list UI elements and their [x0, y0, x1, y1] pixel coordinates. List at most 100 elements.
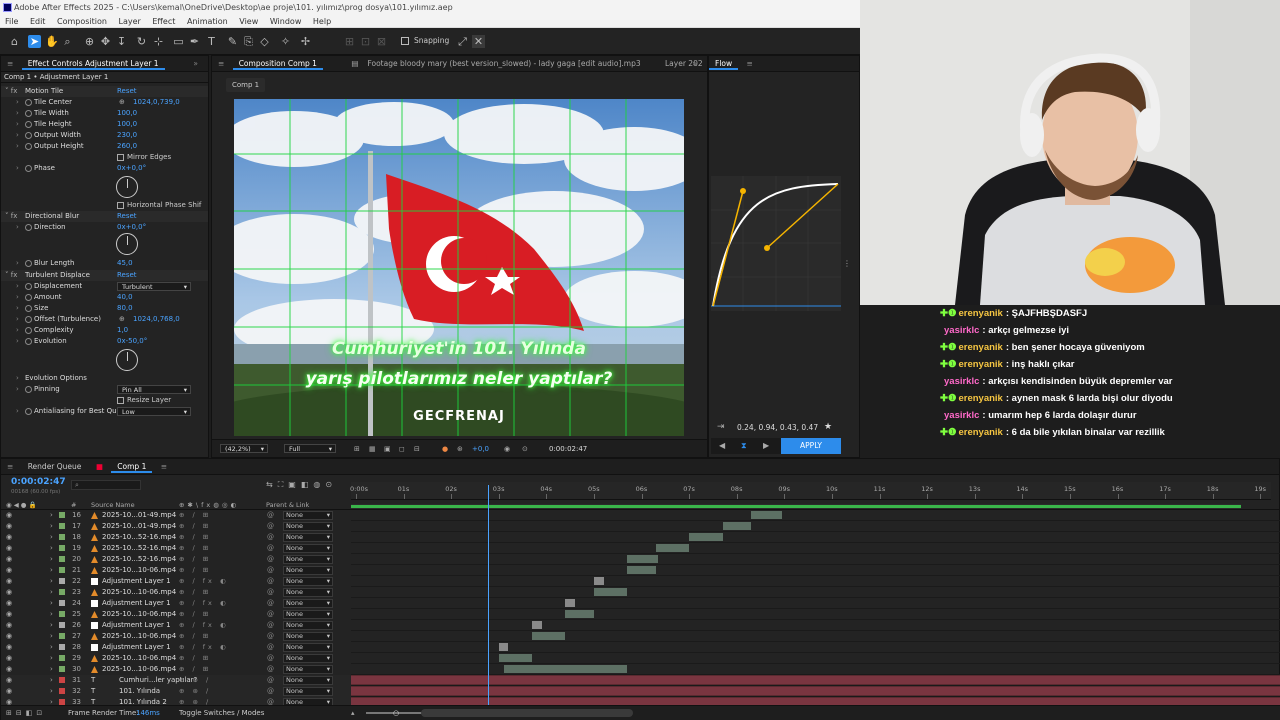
layer-expand-icon[interactable]: ›	[50, 543, 53, 554]
axis-tool-icon[interactable]: ⊞	[343, 35, 356, 48]
flow-prev-icon[interactable]: ◀	[719, 441, 725, 450]
layer-label-color[interactable]	[59, 556, 65, 562]
layer-duration-bar[interactable]	[503, 665, 628, 673]
layer-source-name[interactable]: 101. Yılında 2	[119, 697, 167, 705]
pick-whip-icon[interactable]: @	[267, 609, 274, 620]
expand-arrow-icon[interactable]: ›	[16, 97, 19, 108]
panel-expand-icon[interactable]: »	[187, 56, 204, 72]
parent-dropdown[interactable]: None	[283, 577, 333, 586]
layer-duration-bar[interactable]	[532, 621, 542, 629]
layer-switch-icons[interactable]: ⊕ ∕ fx ◐	[179, 620, 229, 631]
layer-source-name[interactable]: 2025-10...10-06.mp4	[102, 664, 176, 675]
layer-switch-icons[interactable]: ⊕ ∕ ⊞	[179, 554, 211, 565]
pick-whip-icon[interactable]: @	[267, 664, 274, 675]
parent-dropdown[interactable]: None	[283, 654, 333, 663]
expand-arrow-icon[interactable]: ›	[16, 141, 19, 152]
effect-checkbox[interactable]	[117, 202, 124, 209]
timeline-layer-row[interactable]: ◉ › 31 T Cumhuri...ler yaptılar? ⊕ ⊛ ∕ @ None	[1, 675, 1280, 686]
visibility-eye-icon[interactable]: ◉	[6, 532, 12, 543]
selection-tool-icon[interactable]: ➤	[28, 35, 41, 48]
layer-expand-icon[interactable]: ›	[50, 554, 53, 565]
transparency-grid-icon[interactable]: ▦	[369, 440, 376, 458]
footer-toggle-icons[interactable]: ⊞⊟◧⊡	[6, 706, 46, 720]
stopwatch-icon[interactable]	[25, 294, 32, 301]
timeline-layer-row[interactable]: ◉ › 32 T 101. Yılında ⊕ ⊛ ∕ @ None	[1, 686, 1280, 697]
visibility-eye-icon[interactable]: ◉	[6, 653, 12, 664]
layer-expand-icon[interactable]: ›	[50, 631, 53, 642]
menu-view[interactable]: View	[239, 17, 258, 26]
menu-file[interactable]: File	[5, 17, 18, 26]
pick-whip-icon[interactable]: @	[267, 532, 274, 543]
timeline-timecode[interactable]: 0:00:02:47	[11, 477, 66, 487]
layer-expand-icon[interactable]: ›	[50, 587, 53, 598]
layer-expand-icon[interactable]: ›	[50, 521, 53, 532]
layer-expand-icon[interactable]: ›	[50, 620, 53, 631]
layer-switch-icons[interactable]: ⊕ ∕ ⊞	[179, 510, 211, 521]
layer-label-color[interactable]	[59, 611, 65, 617]
effect-param-row[interactable]: Horizontal Phase Shif	[1, 200, 208, 211]
timeline-layer-row[interactable]: ◉ › 22 Adjustment Layer 1 ⊕ ∕ fx ◐ @ None	[1, 576, 1280, 587]
timeline-layer-row[interactable]: ◉ › 30 2025-10...10-06.mp4 ⊕ ∕ ⊞ @ None	[1, 664, 1280, 675]
expand-arrow-icon[interactable]: ›	[16, 281, 19, 292]
menu-help[interactable]: Help	[313, 17, 331, 26]
effect-param-value[interactable]: 1,0	[117, 325, 128, 336]
effect-param-value[interactable]: Reset	[117, 211, 137, 222]
layer-label-color[interactable]	[59, 622, 65, 628]
effect-param-value[interactable]: 230,0	[117, 130, 137, 141]
layer-duration-bar[interactable]	[689, 533, 723, 541]
composition-viewer[interactable]: Cumhuriyet'in 101. Yılında yarış pilotla…	[234, 99, 684, 436]
expand-arrow-icon[interactable]: ›	[16, 325, 19, 336]
effect-toggle-icon[interactable]: ˅ fx	[5, 270, 17, 281]
layer-duration-bar[interactable]	[498, 643, 509, 651]
show-snapshot-icon[interactable]: ⊙	[522, 440, 528, 458]
stopwatch-icon[interactable]	[25, 132, 32, 139]
clone-stamp-tool-icon[interactable]: ⎘	[242, 35, 255, 48]
timeline-layer-row[interactable]: ◉ › 27 2025-10...10-06.mp4 ⊕ ∕ ⊞ @ None	[1, 631, 1280, 642]
panel-close-icon[interactable]: ≡	[1, 462, 19, 471]
layer-switch-icons[interactable]: ⊕ ∕ fx ◐	[179, 642, 229, 653]
layer-source-name[interactable]: 2025-10...10-06.mp4	[102, 609, 176, 620]
layer-expand-icon[interactable]: ›	[50, 576, 53, 587]
effect-param-row[interactable]: › Displacement Turbulent	[1, 281, 208, 292]
timeline-layer-row[interactable]: ◉ › 24 Adjustment Layer 1 ⊕ ∕ fx ◐ @ None	[1, 598, 1280, 609]
crosshair-icon[interactable]: ⊕	[119, 97, 125, 108]
toggle-switches-modes[interactable]: Toggle Switches / Modes	[179, 706, 264, 720]
effect-param-row[interactable]: › Output Height 260,0	[1, 141, 208, 152]
layer-label-color[interactable]	[59, 666, 65, 672]
expand-arrow-icon[interactable]: ›	[16, 119, 19, 130]
parent-dropdown[interactable]: None	[283, 588, 333, 597]
mask-visibility-icon[interactable]: ▣	[384, 440, 391, 458]
expand-arrow-icon[interactable]: ›	[16, 222, 19, 233]
layer-expand-icon[interactable]: ›	[50, 565, 53, 576]
pick-whip-icon[interactable]: @	[267, 587, 274, 598]
tab-timeline-comp1[interactable]: Comp 1	[111, 462, 153, 473]
effect-param-row[interactable]: › Amount 40,0	[1, 292, 208, 303]
exposure-value[interactable]: +0,0	[472, 440, 489, 458]
orbit-tool-icon[interactable]: ⊕	[83, 35, 96, 48]
expand-arrow-icon[interactable]: ›	[16, 406, 19, 417]
home-icon[interactable]: ⌂	[8, 35, 21, 48]
effect-checkbox[interactable]	[117, 397, 124, 404]
layer-source-name[interactable]: Adjustment Layer 1	[102, 620, 171, 631]
effect-dropdown[interactable]: Low	[117, 407, 191, 416]
stopwatch-icon[interactable]	[25, 283, 32, 290]
layer-source-name[interactable]: 2025-10...01-49.mp4	[102, 521, 176, 532]
pick-whip-icon[interactable]: @	[267, 576, 274, 587]
effect-param-row[interactable]: › Tile Center 1024,0,739,0 ⊕	[1, 97, 208, 108]
parent-dropdown[interactable]: None	[283, 555, 333, 564]
timeline-menu-icon[interactable]: ≡	[155, 462, 173, 471]
flow-mode-icon[interactable]: ⧗	[741, 441, 747, 451]
layer-duration-bar[interactable]	[565, 610, 594, 618]
type-tool-icon[interactable]: T	[205, 35, 218, 48]
menu-animation[interactable]: Animation	[187, 17, 228, 26]
pick-whip-icon[interactable]: @	[267, 686, 274, 697]
stopwatch-icon[interactable]	[25, 338, 32, 345]
menu-effect[interactable]: Effect	[152, 17, 175, 26]
stopwatch-icon[interactable]	[25, 99, 32, 106]
layer-label-color[interactable]	[59, 688, 65, 694]
flow-next-icon[interactable]: ▶	[763, 441, 769, 450]
parent-dropdown[interactable]: None	[283, 533, 333, 542]
timeline-layer-row[interactable]: ◉ › 19 2025-10...52-16.mp4 ⊕ ∕ ⊞ @ None	[1, 543, 1280, 554]
layer-source-name[interactable]: 2025-10...10-06.mp4	[102, 587, 176, 598]
layer-label-color[interactable]	[59, 578, 65, 584]
